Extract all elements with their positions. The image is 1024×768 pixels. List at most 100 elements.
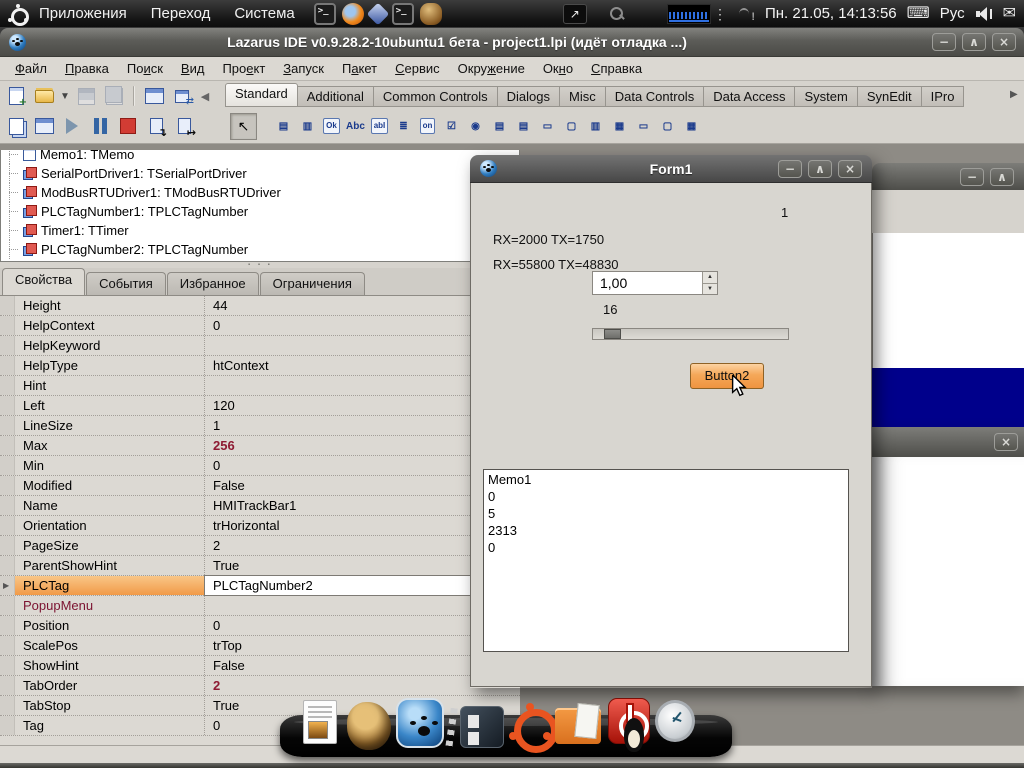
tmemo-component[interactable]: ≣ (392, 114, 415, 138)
tpanel-component[interactable]: ▭ (632, 114, 655, 138)
property-grid[interactable]: Height 44 HelpContext 0 HelpKeyword Help… (0, 295, 520, 745)
HelpType[interactable]: HelpType htContext (0, 356, 520, 376)
property-expand-gutter[interactable] (0, 376, 15, 395)
source-editor-text-area[interactable] (872, 233, 1024, 368)
tcheckbox-component[interactable]: ☑ (440, 114, 463, 138)
notification-dots-icon[interactable]: ⋮ (713, 7, 727, 21)
palette-tab-ipro[interactable]: IPro (922, 86, 965, 107)
dock-cheetah-image-icon[interactable] (347, 702, 391, 750)
bgwin2-close-button[interactable]: × (994, 433, 1018, 451)
form1-minimize-button[interactable]: − (778, 160, 802, 178)
property-expand-gutter[interactable] (0, 576, 15, 595)
spin-edit[interactable]: 1,00 ▲ ▼ (592, 271, 718, 295)
form1-maximize-button[interactable]: ∧ (808, 160, 832, 178)
menubar-item[interactable]: Поиск (118, 58, 172, 79)
property-expand-gutter[interactable] (0, 476, 15, 495)
dock-lazarus-paw-icon[interactable] (396, 698, 444, 748)
property-expand-gutter[interactable] (0, 636, 15, 655)
property-expand-gutter[interactable] (0, 396, 15, 415)
tgroupbox-component[interactable]: ▢ (560, 114, 583, 138)
trackbar-thumb[interactable] (604, 329, 621, 339)
palette-scroll-right-button[interactable]: ▶ (1010, 87, 1022, 103)
palette-scroll-left-button[interactable]: ◀ (198, 84, 212, 108)
view-forms-button[interactable] (32, 114, 56, 138)
PLCTag[interactable]: PLCTag PLCTagNumber2 (0, 576, 520, 596)
bgwin-minimize-button[interactable]: − (960, 168, 984, 186)
tlabel-component[interactable]: Abc (344, 114, 367, 138)
tlistbox-component[interactable]: ▤ (488, 114, 511, 138)
source-editor-window[interactable]: −∧ (872, 163, 1024, 427)
property-expand-gutter[interactable] (0, 596, 15, 615)
oi-tab-favorites[interactable]: Избранное (167, 272, 259, 295)
palette-tab-data-access[interactable]: Data Access (704, 86, 795, 107)
property-expand-gutter[interactable] (0, 356, 15, 375)
tree-item[interactable]: ModBusRTUDriver1: TModBusRTUDriver (1, 183, 519, 202)
Height[interactable]: Height 44 (0, 296, 520, 316)
panel-menu-places[interactable]: Переход (139, 0, 223, 27)
network-status-icon[interactable] (737, 7, 755, 21)
virtualbox-icon[interactable] (366, 2, 389, 25)
launcher-icon[interactable]: ↗ (563, 4, 587, 24)
menubar-item[interactable]: Пакет (333, 58, 386, 79)
object-inspector-tree[interactable]: Memo1: TMemo SerialPortDriver1: TSerialP… (0, 150, 520, 262)
panel-menu-applications[interactable]: Приложения (27, 0, 139, 27)
form1-titlebar[interactable]: Form1 −∧× (470, 155, 872, 183)
toolbar-divider[interactable] (133, 86, 135, 106)
property-expand-gutter[interactable] (0, 316, 15, 335)
palette-tab-system[interactable]: System (795, 86, 857, 107)
palette-tab-standard[interactable]: Standard (225, 83, 298, 107)
tpopupmenu-component[interactable]: ▥ (296, 114, 319, 138)
tbutton-component[interactable]: Ok (320, 114, 343, 138)
property-expand-gutter[interactable] (0, 656, 15, 675)
property-expand-gutter[interactable] (0, 456, 15, 475)
property-expand-gutter[interactable] (0, 416, 15, 435)
property-expand-gutter[interactable] (0, 536, 15, 555)
dock-ubuntu-logo-icon[interactable] (507, 702, 551, 746)
spin-up-button[interactable]: ▲ (703, 272, 717, 284)
open-button[interactable] (32, 84, 56, 108)
tcheckgroup-component[interactable]: ▦ (608, 114, 631, 138)
tradiobutton-component[interactable]: ◉ (464, 114, 487, 138)
menubar-item[interactable]: Окружение (449, 58, 534, 79)
menubar-item[interactable]: Сервис (386, 58, 449, 79)
property-expand-gutter[interactable] (0, 616, 15, 635)
tedit-component[interactable]: abI (368, 114, 391, 138)
tree-item[interactable]: Timer1: TTimer (1, 221, 519, 240)
palette-tab-common-controls[interactable]: Common Controls (374, 86, 498, 107)
background-window[interactable]: × (872, 427, 1024, 686)
run-button[interactable] (60, 114, 84, 138)
Orientation[interactable]: Orientation trHorizontal (0, 516, 520, 536)
toggle-form-unit-button[interactable] (170, 84, 194, 108)
dock-document-viewer-icon[interactable] (303, 700, 337, 744)
toggle-form-button[interactable] (142, 84, 166, 108)
ide-close-button[interactable]: × (992, 33, 1016, 51)
property-expand-gutter[interactable] (0, 556, 15, 575)
HelpKeyword[interactable]: HelpKeyword (0, 336, 520, 356)
property-expand-gutter[interactable] (0, 336, 15, 355)
Hint[interactable]: Hint (0, 376, 520, 396)
mouse-cursor-tool[interactable]: ↖ (230, 113, 257, 140)
panel-clock[interactable]: Пн. 21.05, 14:13:56 (765, 5, 897, 22)
keyboard-layout-label[interactable]: Рус (940, 5, 965, 22)
source-editor-titlebar[interactable]: −∧ (872, 163, 1024, 190)
menubar-item[interactable]: Правка (56, 58, 118, 79)
Position[interactable]: Position 0 (0, 616, 520, 636)
oi-tab-events[interactable]: События (86, 272, 166, 295)
tree-item[interactable]: Memo1: TMemo (1, 150, 519, 164)
volume-icon[interactable] (975, 6, 993, 22)
step-over-button[interactable] (172, 114, 196, 138)
terminal-icon[interactable] (314, 3, 336, 25)
form1-window[interactable]: Form1 −∧× 1 RX=2000 TX=1750 RX=55800 TX=… (470, 155, 872, 688)
palette-tab-misc[interactable]: Misc (560, 86, 606, 107)
system-monitor-applet[interactable] (667, 4, 711, 24)
PopupMenu[interactable]: PopupMenu (0, 596, 520, 616)
cheetah-app-icon[interactable] (420, 3, 442, 25)
tradiogroup-component[interactable]: ▥ (584, 114, 607, 138)
property-expand-gutter[interactable] (0, 436, 15, 455)
tmainmenu-component[interactable]: ▤ (272, 114, 295, 138)
ide-minimize-button[interactable]: − (932, 33, 956, 51)
spin-edit-value[interactable]: 1,00 (593, 272, 702, 294)
ttogglebox-component[interactable]: on (416, 114, 439, 138)
property-expand-gutter[interactable] (0, 676, 15, 695)
menubar-item[interactable]: Окно (534, 58, 582, 79)
